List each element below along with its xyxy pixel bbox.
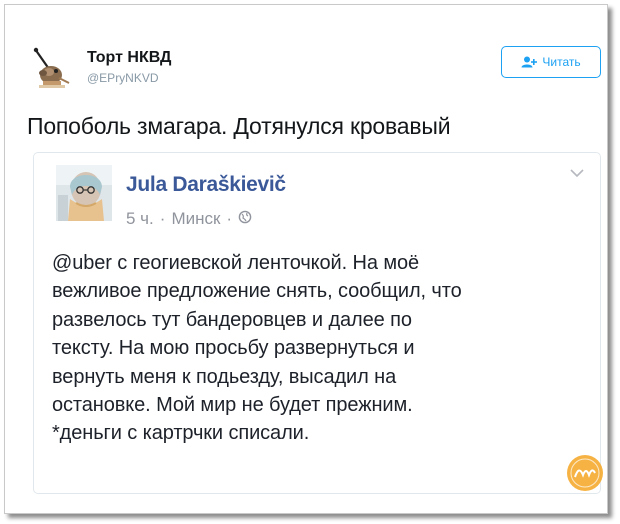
embedded-author-avatar[interactable] (56, 165, 112, 221)
tweet-card: Торт НКВД @EPryNKVD Читать Попоболь змаг… (4, 4, 608, 514)
follow-label: Читать (542, 55, 581, 69)
embedded-post-text: @uber с геогиевской ленточкой. На моё ве… (52, 249, 592, 448)
post-text-line: остановке. Мой мир не будет прежним. (52, 394, 413, 417)
author-handle[interactable]: @EPryNKVD (87, 71, 159, 85)
post-time[interactable]: 5 ч. (126, 209, 154, 229)
meta-separator: · (226, 209, 233, 228)
post-text-line: *деньги с картрчки списали. (52, 422, 310, 445)
post-location[interactable]: Минск (171, 209, 220, 229)
post-text-line: вернуть меня к подьезду, высадил на (52, 365, 397, 388)
globe-icon (238, 209, 252, 229)
post-meta: 5 ч. · Минск · (126, 209, 252, 229)
embedded-post[interactable]: Jula Daraškievič 5 ч. · Минск · @uber с … (33, 152, 601, 494)
post-text-line: @uber с геогиевской ленточкой. На моё (52, 252, 420, 274)
follow-button[interactable]: Читать (501, 46, 601, 78)
post-text-line: тексту. На мою просьбу развернуться и (52, 337, 415, 360)
post-text-line: развелось тут бандеровцев и далее по (52, 308, 412, 331)
author-name[interactable]: Торт НКВД (87, 49, 171, 67)
author-avatar[interactable] (29, 45, 73, 89)
tweet-text: Попоболь змагара. Дотянулся кровавый (27, 113, 451, 139)
chevron-down-icon[interactable] (570, 165, 584, 178)
add-user-icon (521, 56, 538, 68)
embedded-author-name[interactable]: Jula Daraškievič (126, 173, 286, 197)
post-text-line: вежливое предложение снять, сообщил, что (52, 280, 462, 303)
watermark-logo (565, 453, 605, 493)
meta-separator: · (159, 209, 166, 228)
